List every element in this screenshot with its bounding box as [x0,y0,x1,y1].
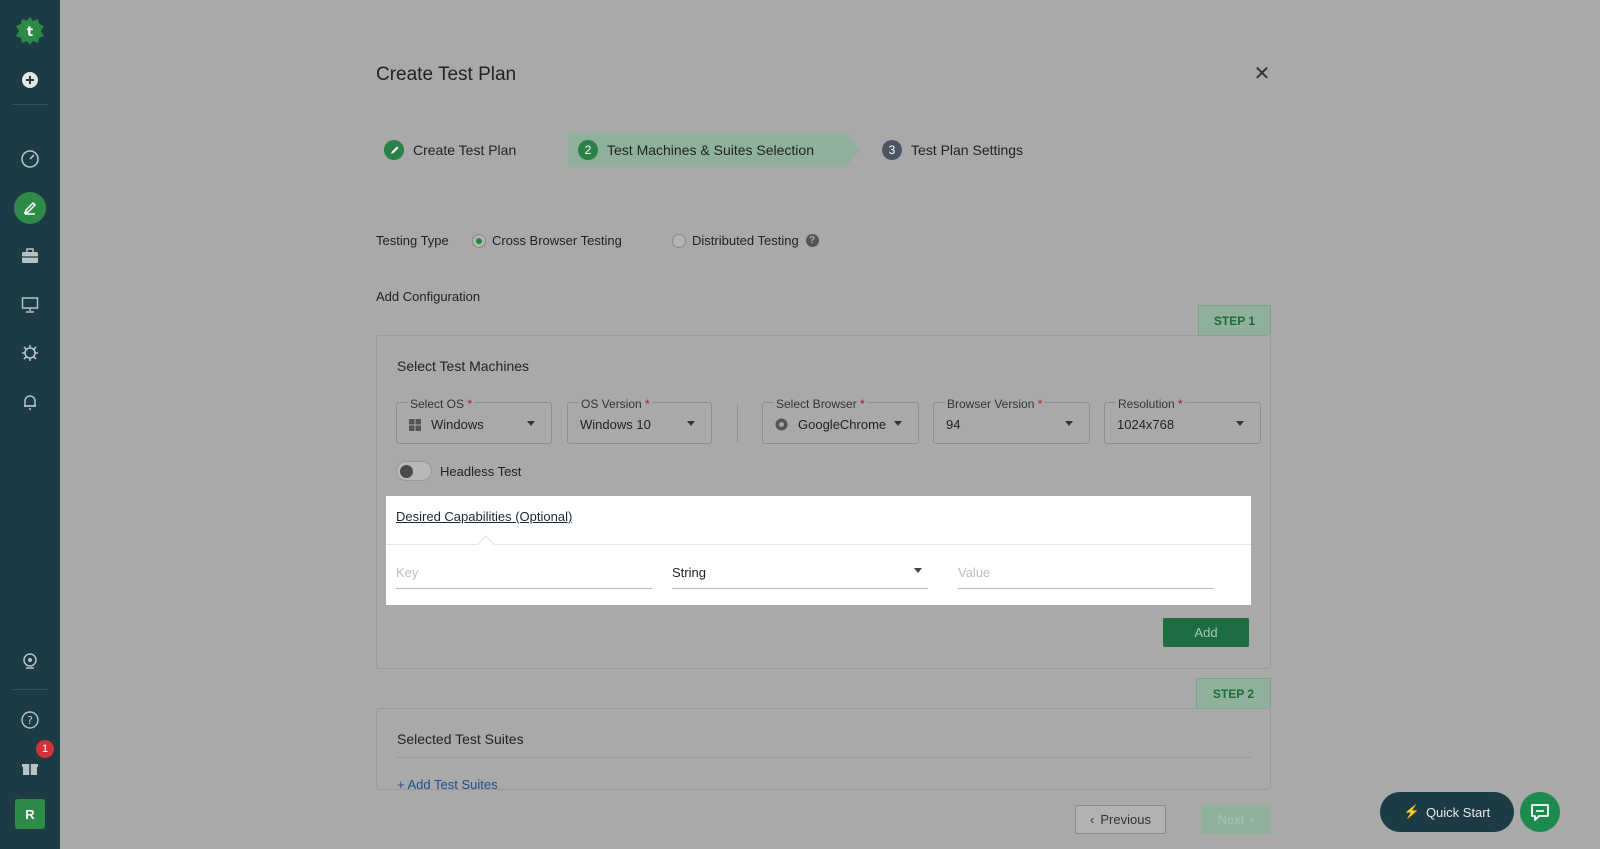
step-number: 2 [578,140,598,160]
svg-text:t: t [27,25,33,40]
step-test-plan-settings[interactable]: 3 Test Plan Settings [882,133,1023,167]
field-label: Select OS * [408,397,475,411]
settings-bug-icon[interactable] [0,333,60,373]
chevron-down-icon [687,421,695,426]
monitor-icon[interactable] [0,285,60,325]
chevron-left-icon: ‹ [1090,812,1095,827]
capability-key-input[interactable]: Key [396,559,652,589]
gift-icon[interactable]: 1 [0,740,60,788]
chrome-icon [775,418,788,431]
radio-unchecked-icon [672,233,686,248]
headless-label: Headless Test [440,464,522,479]
step-test-machines[interactable]: 2 Test Machines & Suites Selection [568,133,846,167]
dashboard-icon[interactable] [0,139,60,179]
add-icon[interactable] [0,60,60,100]
close-icon[interactable]: ✕ [1252,64,1272,84]
field-value: 94 [946,417,961,432]
chevron-down-icon [527,421,535,426]
chevron-down-icon [1236,421,1244,426]
dialog-title: Create Test Plan [376,64,517,85]
desired-capabilities-link[interactable]: Desired Capabilities (Optional) [396,509,572,524]
select-resolution[interactable]: Resolution * 1024x768 [1104,397,1261,444]
step1-tag: STEP 1 [1198,305,1271,335]
chevron-right-icon: › [1250,812,1255,827]
step2-tag: STEP 2 [1196,678,1271,708]
radio-cross-browser[interactable]: Cross Browser Testing [472,233,622,248]
radio-checked-icon [472,233,486,248]
select-browser-version[interactable]: Browser Version * 94 [933,397,1090,444]
add-configuration-heading: Add Configuration [376,289,481,304]
step-label: Test Machines & Suites Selection [607,142,814,158]
bell-icon[interactable] [0,382,60,422]
test-suites-card: Selected Test Suites + Add Test Suites [376,708,1271,792]
svg-text:?: ? [27,714,33,727]
lightning-icon: ⚡ [1403,804,1420,819]
field-value: 1024x768 [1117,417,1175,432]
divider [737,404,738,442]
field-label: Browser Version * [945,397,1045,411]
field-value: Windows 10 [580,417,651,432]
button-label: Previous [1100,812,1151,827]
next-button[interactable]: Next › [1201,805,1271,834]
chat-button[interactable] [1520,792,1560,832]
sidebar-divider [12,104,48,105]
step-create-test-plan[interactable]: Create Test Plan [384,133,516,167]
headless-toggle[interactable] [396,461,432,481]
testing-type-label: Testing Type [376,233,449,248]
select-browser[interactable]: Select Browser * GoogleChrome [762,397,919,444]
testsigma-logo-icon[interactable]: t [0,11,60,51]
capability-type-select[interactable]: String [672,559,928,589]
step-number: 3 [882,140,902,160]
sidebar-divider [12,689,48,690]
chevron-down-icon [914,568,922,573]
edit-icon[interactable] [0,188,60,228]
step-arrow [846,133,860,167]
check-edit-icon [384,140,404,160]
card-title: Selected Test Suites [397,731,524,747]
field-label: Resolution * [1116,397,1185,411]
select-os-version[interactable]: OS Version * Windows 10 [567,397,712,444]
agent-icon[interactable] [0,641,60,681]
step-label: Create Test Plan [413,142,517,158]
field-label: OS Version * [579,397,652,411]
add-test-suites-link[interactable]: + Add Test Suites [397,777,498,792]
active-nav-indicator [14,192,46,224]
field-value: Windows [409,417,484,432]
help-question-icon[interactable]: ? [805,234,819,247]
select-os[interactable]: Select OS * Windows [396,397,552,444]
windows-icon [409,418,421,431]
radio-label: Cross Browser Testing [492,233,622,248]
divider [397,757,1252,758]
desired-capabilities-panel: Desired Capabilities (Optional) Key Stri… [386,496,1251,605]
tab-pointer [477,535,495,553]
capability-value-input[interactable]: Value [958,559,1214,589]
briefcase-icon[interactable] [0,236,60,276]
quick-start-button[interactable]: ⚡ Quick Start [1380,792,1514,832]
chevron-down-icon [894,421,902,426]
help-icon[interactable]: ? [0,700,60,740]
user-avatar[interactable]: R [0,794,60,834]
button-label: Next [1217,812,1245,827]
add-button[interactable]: Add [1163,618,1249,647]
avatar-initial: R [15,799,45,829]
radio-distributed[interactable]: Distributed Testing ? [672,233,819,248]
sidebar: t ? 1 R [0,0,60,849]
step-label: Test Plan Settings [911,142,1024,158]
chevron-down-icon [1065,421,1073,426]
field-value: GoogleChrome [775,417,886,432]
previous-button[interactable]: ‹ Previous [1075,805,1166,834]
field-label: Select Browser * [774,397,867,411]
chat-icon [1531,804,1549,821]
card-title: Select Test Machines [397,358,530,374]
notification-badge: 1 [36,740,54,758]
button-label: Quick Start [1425,804,1491,820]
divider [386,544,1251,545]
radio-label: Distributed Testing [692,233,799,248]
